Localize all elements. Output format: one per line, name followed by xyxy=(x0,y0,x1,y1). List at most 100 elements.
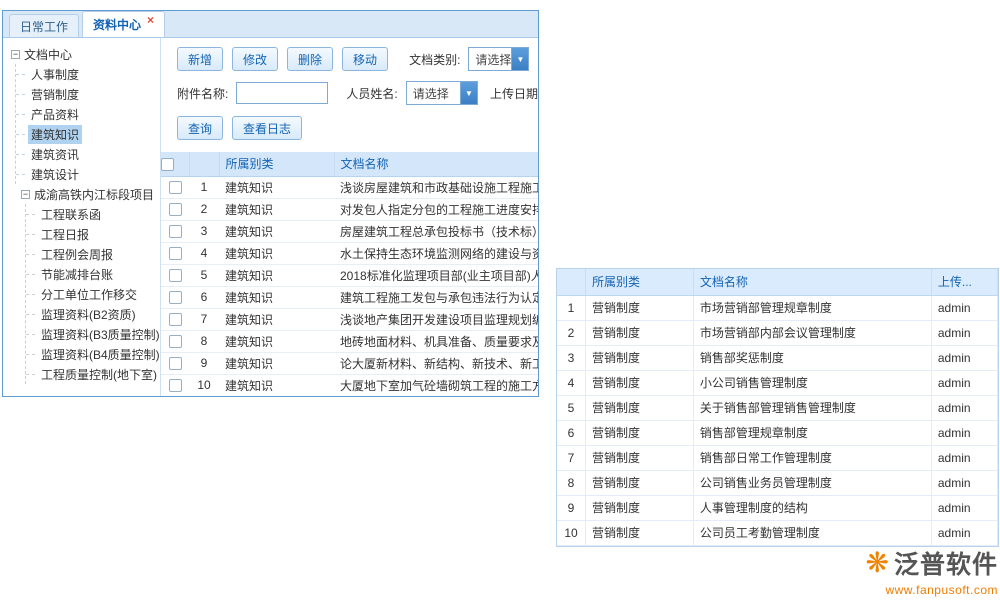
table-row[interactable]: 1 营销制度 市场营销部管理规章制度 admin xyxy=(557,295,998,320)
toolbar-row-3: 查询 查看日志 xyxy=(161,110,538,146)
table-row[interactable]: 7 营销制度 销售部日常工作管理制度 admin xyxy=(557,445,998,470)
tab-label: 资料中心 xyxy=(93,16,141,33)
cell-category: 建筑知识 xyxy=(219,352,334,374)
sidebar-item[interactable]: 建筑资讯 xyxy=(16,144,160,164)
move-button[interactable]: 移动 xyxy=(342,47,388,71)
category-select[interactable]: 请选择 ▼ xyxy=(468,47,529,71)
row-checkbox[interactable] xyxy=(169,203,182,216)
table-row[interactable]: 8 营销制度 公司销售业务员管理制度 admin xyxy=(557,470,998,495)
row-checkbox[interactable] xyxy=(169,181,182,194)
cell-index: 2 xyxy=(189,198,219,220)
cell-uploader: admin xyxy=(931,320,997,345)
sidebar-item[interactable]: 工程日报 xyxy=(26,224,160,244)
cell-index: 7 xyxy=(557,445,585,470)
column-header-category[interactable]: 所属别类 xyxy=(219,152,334,176)
delete-button[interactable]: 删除 xyxy=(287,47,333,71)
collapse-icon[interactable]: − xyxy=(21,190,30,199)
edit-button[interactable]: 修改 xyxy=(232,47,278,71)
table-row[interactable]: 5 建筑知识 2018标准化监理项目部(业主项目部)人员... xyxy=(161,264,538,286)
cell-name: 公司员工考勤管理制度 xyxy=(693,520,931,545)
table-row[interactable]: 3 建筑知识 房屋建筑工程总承包投标书（技术标）... xyxy=(161,220,538,242)
category-select-value: 请选择 xyxy=(469,48,511,70)
sidebar-item[interactable]: 监理资料(B4质量控制) xyxy=(26,344,160,364)
brand-name: 泛普软件 xyxy=(894,545,998,581)
cell-index: 9 xyxy=(189,352,219,374)
row-checkbox[interactable] xyxy=(169,225,182,238)
row-checkbox[interactable] xyxy=(169,335,182,348)
row-checkbox[interactable] xyxy=(169,379,182,392)
brand-row: ❋ 泛普软件 xyxy=(866,545,998,581)
collapse-icon[interactable]: − xyxy=(11,50,20,59)
table-row[interactable]: 3 营销制度 销售部奖惩制度 admin xyxy=(557,345,998,370)
table-row[interactable]: 4 营销制度 小公司销售管理制度 admin xyxy=(557,370,998,395)
table-row[interactable]: 5 营销制度 关于销售部管理销售管理制度 admin xyxy=(557,395,998,420)
tab-daily-work[interactable]: 日常工作 xyxy=(9,14,79,37)
cell-index: 8 xyxy=(189,330,219,352)
cell-category: 建筑知识 xyxy=(219,330,334,352)
close-icon[interactable]: × xyxy=(147,14,154,26)
view-log-button[interactable]: 查看日志 xyxy=(232,116,302,140)
cell-index: 1 xyxy=(189,176,219,198)
table-row[interactable]: 9 营销制度 人事管理制度的结构 admin xyxy=(557,495,998,520)
cell-name: 人事管理制度的结构 xyxy=(693,495,931,520)
column-header-index xyxy=(557,269,585,295)
table-row[interactable]: 1 建筑知识 浅谈房屋建筑和市政基础设施工程施工... xyxy=(161,176,538,198)
cell-category: 营销制度 xyxy=(585,295,693,320)
column-header-name[interactable]: 文档名称 xyxy=(693,269,931,295)
sidebar-item[interactable]: 工程联系函 xyxy=(26,204,160,224)
cell-name: 小公司销售管理制度 xyxy=(693,370,931,395)
column-header-upload[interactable]: 上传... xyxy=(931,269,997,295)
table-row[interactable]: 10 营销制度 公司员工考勤管理制度 admin xyxy=(557,520,998,545)
cell-index: 6 xyxy=(557,420,585,445)
cell-index: 10 xyxy=(557,520,585,545)
row-checkbox[interactable] xyxy=(169,291,182,304)
table-row[interactable]: 10 建筑知识 大厦地下室加气砼墙砌筑工程的施工方... xyxy=(161,374,538,396)
cell-category: 营销制度 xyxy=(585,395,693,420)
sidebar-item[interactable]: 监理资料(B2资质) xyxy=(26,304,160,324)
cell-index: 3 xyxy=(557,345,585,370)
person-select[interactable]: 请选择 ▼ xyxy=(406,81,478,105)
table-row[interactable]: 6 营销制度 销售部管理规章制度 admin xyxy=(557,420,998,445)
cell-category: 营销制度 xyxy=(585,370,693,395)
sidebar-item[interactable]: 分工单位工作移交 xyxy=(26,284,160,304)
sidebar-root-document-center[interactable]: − 文档中心 xyxy=(11,44,160,64)
table-row[interactable]: 2 营销制度 市场营销部内部会议管理制度 admin xyxy=(557,320,998,345)
row-checkbox[interactable] xyxy=(169,247,182,260)
sidebar-item[interactable]: 产品资料 xyxy=(16,104,160,124)
sidebar-item[interactable]: 工程质量控制(地下室) xyxy=(26,364,160,384)
table-row[interactable]: 6 建筑知识 建筑工程施工发包与承包违法行为认定... xyxy=(161,286,538,308)
fanpu-flower-icon: ❋ xyxy=(866,549,889,577)
row-checkbox[interactable] xyxy=(169,269,182,282)
tab-data-center[interactable]: 资料中心 × xyxy=(82,11,165,37)
attachment-input[interactable] xyxy=(236,82,328,104)
sidebar-item[interactable]: 建筑设计 xyxy=(16,164,160,184)
fanpu-logo: ❋ 泛普软件 www.fanpusoft.com xyxy=(866,545,998,597)
table-row[interactable]: 9 建筑知识 论大厦新材料、新结构、新技术、新工... xyxy=(161,352,538,374)
cell-uploader: admin xyxy=(931,395,997,420)
column-header-category[interactable]: 所属别类 xyxy=(585,269,693,295)
sidebar-item-selected[interactable]: 建筑知识 xyxy=(16,124,160,144)
table-row[interactable]: 4 建筑知识 水土保持生态环境监测网络的建设与资... xyxy=(161,242,538,264)
tree-children: 工程联系函 工程日报 工程例会周报 节能减排台账 分工单位工作移交 监理资料(B… xyxy=(25,204,160,384)
sidebar-item[interactable]: 节能减排台账 xyxy=(26,264,160,284)
cell-index: 8 xyxy=(557,470,585,495)
sidebar-root-project[interactable]: − 成渝高铁内江标段项目 xyxy=(21,184,160,204)
table-row[interactable]: 2 建筑知识 对发包人指定分包的工程施工进度安排... xyxy=(161,198,538,220)
add-button[interactable]: 新增 xyxy=(177,47,223,71)
tree-children: 人事制度 营销制度 产品资料 建筑知识 建筑资讯 建筑设计 xyxy=(15,64,160,184)
table-row[interactable]: 8 建筑知识 地砖地面材料、机具准备、质量要求及... xyxy=(161,330,538,352)
window-body: − 文档中心 人事制度 营销制度 产品资料 建筑知识 建筑资讯 建筑设计 − 成… xyxy=(3,38,538,396)
sidebar-item[interactable]: 监理资料(B3质量控制) xyxy=(26,324,160,344)
sidebar-item[interactable]: 营销制度 xyxy=(16,84,160,104)
sidebar-item-label: 工程联系函 xyxy=(38,205,104,224)
query-button[interactable]: 查询 xyxy=(177,116,223,140)
sidebar-item-label: 监理资料(B2资质) xyxy=(38,305,139,324)
select-all-checkbox[interactable] xyxy=(161,158,174,171)
sidebar-item[interactable]: 工程例会周报 xyxy=(26,244,160,264)
column-header-name[interactable]: 文档名称 xyxy=(334,152,538,176)
cell-uploader: admin xyxy=(931,470,997,495)
sidebar-item[interactable]: 人事制度 xyxy=(16,64,160,84)
table-row[interactable]: 7 建筑知识 浅谈地产集团开发建设项目监理规划编... xyxy=(161,308,538,330)
row-checkbox[interactable] xyxy=(169,357,182,370)
row-checkbox[interactable] xyxy=(169,313,182,326)
